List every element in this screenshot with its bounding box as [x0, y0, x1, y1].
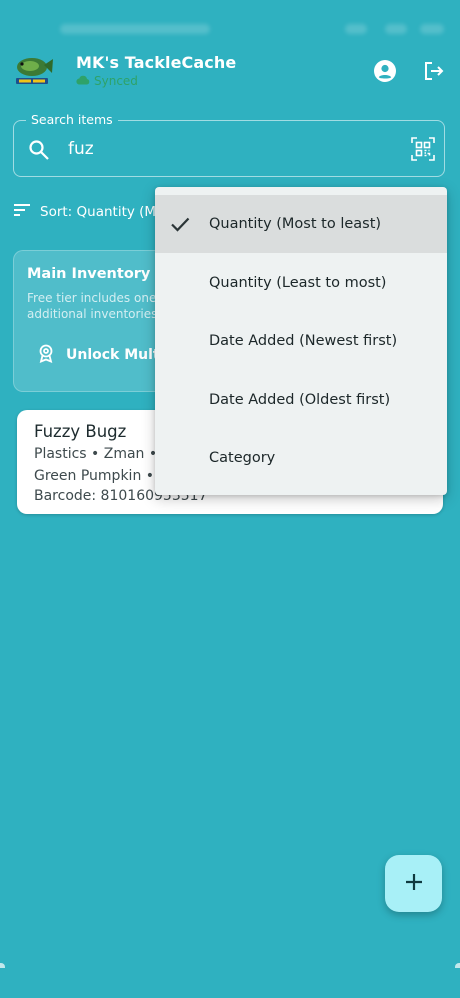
status-bar-blur	[420, 24, 444, 34]
qr-scan-icon[interactable]	[410, 136, 436, 162]
item-details: Plastics • Zman •	[34, 446, 158, 462]
app-logo-icon	[10, 52, 54, 88]
search-label: Search items	[26, 112, 118, 127]
sort-option-quantity-least[interactable]: Quantity (Least to most)	[155, 254, 447, 312]
status-bar-blur	[385, 24, 407, 34]
sort-option-label: Quantity (Least to most)	[209, 275, 387, 291]
sort-menu: Quantity (Most to least) Quantity (Least…	[155, 187, 447, 495]
search-icon	[28, 139, 50, 161]
sort-label: Sort: Quantity (M	[40, 204, 157, 220]
add-item-button[interactable]	[385, 855, 442, 912]
sort-lines-icon	[14, 203, 30, 221]
badge-icon	[37, 343, 55, 367]
sort-option-label: Date Added (Newest first)	[209, 333, 398, 349]
screen-corner	[0, 963, 5, 968]
cloud-icon	[76, 74, 90, 88]
sort-option-label: Quantity (Most to least)	[209, 216, 382, 232]
screen-corner	[455, 963, 460, 968]
app-header: MK's TackleCache Synced	[0, 44, 460, 100]
inventory-title: Main Inventory	[27, 266, 151, 282]
plus-icon	[404, 872, 424, 896]
account-icon[interactable]	[372, 58, 398, 84]
status-bar-blur	[60, 24, 210, 34]
sync-status: Synced	[76, 74, 138, 88]
search-input[interactable]: fuz	[68, 139, 94, 159]
item-color: Green Pumpkin •	[34, 468, 155, 484]
search-field[interactable]: Search items fuz	[13, 112, 445, 177]
sort-option-date-newest[interactable]: Date Added (Newest first)	[155, 312, 447, 370]
unlock-multi-label: Unlock Multi	[66, 347, 165, 363]
unlock-multi-button[interactable]: Unlock Multi	[37, 343, 164, 367]
sort-option-quantity-most[interactable]: Quantity (Most to least)	[155, 195, 447, 253]
sort-button[interactable]: Sort: Quantity (M	[14, 203, 156, 221]
status-bar-blur	[345, 24, 367, 34]
sort-option-category[interactable]: Category	[155, 429, 447, 487]
sort-option-label: Date Added (Oldest first)	[209, 392, 391, 408]
sort-option-date-oldest[interactable]: Date Added (Oldest first)	[155, 371, 447, 429]
app-title: MK's TackleCache	[76, 53, 237, 72]
sort-option-label: Category	[209, 450, 276, 466]
sync-status-label: Synced	[94, 74, 138, 88]
check-icon	[169, 213, 191, 235]
logout-icon[interactable]	[421, 58, 447, 84]
item-name: Fuzzy Bugz	[34, 422, 127, 441]
